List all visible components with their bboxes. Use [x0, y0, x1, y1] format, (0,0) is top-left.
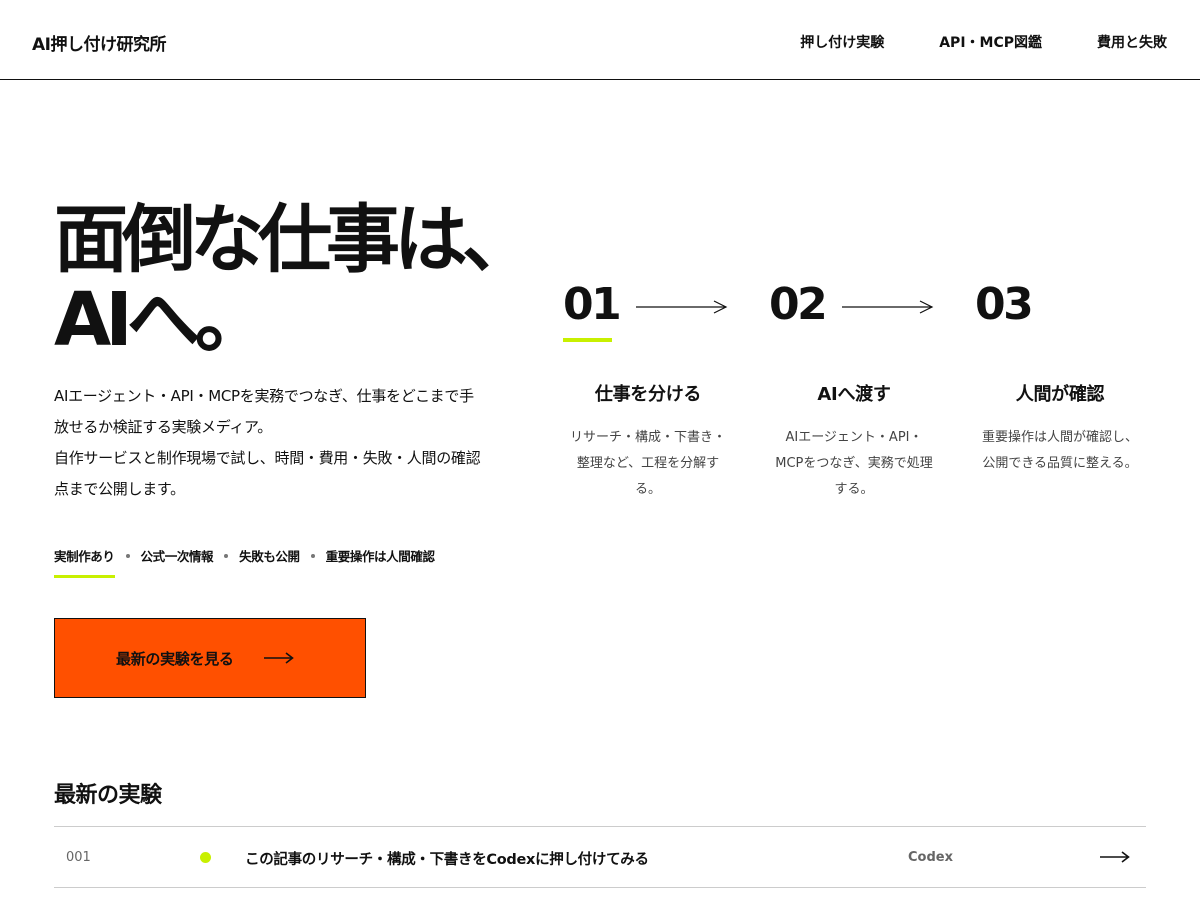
experiment-title: この記事のリサーチ・構成・下書きをCodexに押し付けてみる [245, 852, 649, 868]
tag-official-sources[interactable]: 公式一次情報 [141, 546, 214, 565]
step-title: 仕事を分ける [594, 384, 702, 405]
hero-lead-line: 自作サービスと制作現場で試し、時間・費用・失敗・人間の確認 [54, 449, 481, 467]
experiment-tool: Codex [908, 850, 953, 865]
hero-lead: AIエージェント・API・MCPを実務でつなぎ、仕事をどこまで手 放せるか検証す… [54, 381, 534, 505]
hero-title-line: AIへ。 [54, 277, 269, 363]
latest-experiments-button[interactable]: 最新の実験を見る [54, 618, 366, 698]
experiment-row[interactable]: 001 この記事のリサーチ・構成・下書きをCodexに押し付けてみる Codex [54, 826, 1146, 888]
latest-section-heading: 最新の実験 [54, 783, 162, 808]
tag-separator-dot [310, 553, 315, 558]
cta-label: 最新の実験を見る [116, 649, 234, 668]
step-description: リサーチ・構成・下書き・ 整理など、工程を分解す る。 [548, 425, 748, 503]
tag-separator-dot [125, 553, 130, 558]
step-arrow-icon [636, 300, 728, 314]
step-number-02: 02 [769, 279, 828, 330]
step-number-01: 01 [563, 279, 622, 342]
step-desc-line: する。 [834, 482, 874, 497]
hero-title-line: 面倒な仕事は、 [54, 197, 536, 283]
step-desc-line: 重要操作は人間が確認し、 [981, 430, 1138, 445]
step-description: AIエージェント・API・ MCPをつなぎ、実務で処理 する。 [754, 425, 954, 503]
step-description: 重要操作は人間が確認し、 公開できる品質に整える。 [960, 425, 1160, 477]
status-dot-icon [200, 852, 211, 863]
nav-link-api-mcp[interactable]: API・MCP図鑑 [939, 32, 1042, 52]
step-title: 人間が確認 [1015, 384, 1105, 405]
main-nav: 押し付け実験 API・MCP図鑑 費用と失敗 [800, 32, 1167, 52]
hero-lead-line: 放せるか検証する実験メディア。 [54, 418, 272, 436]
step-arrow-icon [842, 300, 934, 314]
step-desc-line: AIエージェント・API・ [785, 430, 923, 445]
site-logo[interactable]: AI押し付け研究所 [32, 30, 166, 55]
step-title: AIへ渡す [817, 384, 891, 405]
step-number-03: 03 [975, 279, 1034, 330]
experiment-number: 001 [66, 850, 91, 865]
site-header: AI押し付け研究所 押し付け実験 API・MCP図鑑 費用と失敗 [0, 0, 1200, 80]
hero-lead-line: AIエージェント・API・MCPを実務でつなぎ、仕事をどこまで手 [54, 387, 474, 405]
tag-human-check[interactable]: 重要操作は人間確認 [326, 546, 435, 565]
hero-title: 面倒な仕事は、 AIへ。 [54, 197, 536, 363]
nav-link-experiments[interactable]: 押し付け実験 [800, 32, 884, 52]
tag-list: 実制作あり 公式一次情報 失敗も公開 重要操作は人間確認 [54, 546, 435, 578]
hero-lead-line: 点まで公開します。 [54, 480, 185, 498]
tag-failures-public[interactable]: 失敗も公開 [239, 546, 300, 565]
step-desc-line: 公開できる品質に整える。 [982, 456, 1138, 471]
tag-separator-dot [224, 553, 229, 558]
step-desc-line: MCPをつなぎ、実務で処理 [775, 456, 933, 471]
step-desc-line: る。 [634, 482, 661, 497]
step-desc-line: リサーチ・構成・下書き・ [569, 430, 726, 445]
step-desc-line: 整理など、工程を分解す [576, 456, 720, 471]
nav-link-cost-failure[interactable]: 費用と失敗 [1097, 32, 1167, 52]
long-arrow-right-icon [1100, 851, 1130, 863]
tag-real-production[interactable]: 実制作あり [54, 546, 115, 578]
long-arrow-right-icon [263, 652, 294, 664]
